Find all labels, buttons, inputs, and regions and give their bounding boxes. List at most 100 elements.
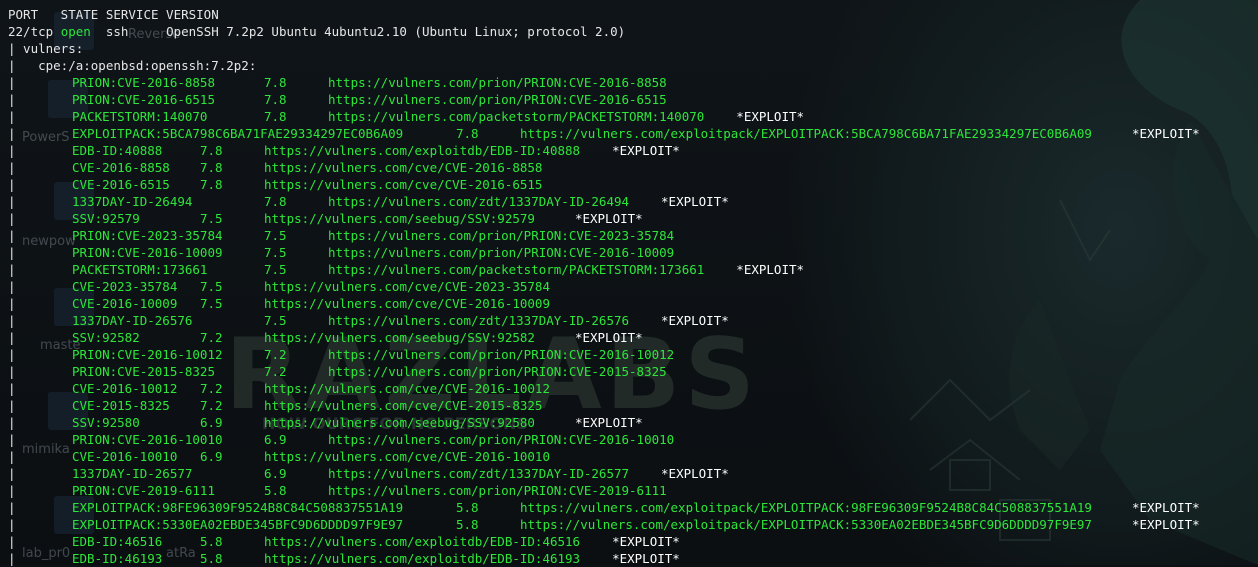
vuln-id: PACKETSTORM:173661 [72, 262, 208, 277]
vuln-row: | CVE-2016-6515 7.8 https://vulners.com/cve… [8, 176, 1258, 193]
cpe-line: | cpe:/a:openbsd:openssh:7.2p2: [8, 57, 1258, 74]
tree-pipe: | [8, 75, 16, 90]
vuln-url[interactable]: https://vulners.com/prion/PRION:CVE-2015… [328, 363, 667, 380]
tree-pipe: | [8, 466, 16, 481]
tree-pipe: | [8, 534, 16, 549]
vuln-row: | SSV:92582 7.2 https://vulners.com/seebug/… [8, 329, 1258, 346]
vuln-url[interactable]: https://vulners.com/packetstorm/PACKETST… [328, 108, 704, 125]
vuln-url[interactable]: https://vulners.com/zdt/1337DAY-ID-26577 [328, 465, 629, 482]
vuln-url[interactable]: https://vulners.com/prion/PRION:CVE-2016… [328, 346, 674, 363]
vuln-id: CVE-2016-8858 [72, 160, 170, 175]
vuln-id: PRION:CVE-2016-10009 [72, 245, 223, 260]
vuln-url[interactable]: https://vulners.com/seebug/SSV:92580 [264, 414, 535, 431]
vuln-row: | PRION:CVE-2015-8325 7.2 https://vulners.c… [8, 363, 1258, 380]
vuln-url[interactable]: https://vulners.com/seebug/SSV:92579 [264, 210, 535, 227]
tree-pipe: | [8, 160, 16, 175]
vuln-row: | CVE-2023-35784 7.5 https://vulners.com/cv… [8, 278, 1258, 295]
vuln-url[interactable]: https://vulners.com/cve/CVE-2016-10012 [264, 380, 550, 397]
cpe-text: | cpe:/a:openbsd:openssh:7.2p2: [8, 58, 257, 73]
vuln-id: PACKETSTORM:140070 [72, 109, 208, 124]
vuln-url[interactable]: https://vulners.com/zdt/1337DAY-ID-26576 [328, 312, 629, 329]
vuln-id: PRION:CVE-2016-10012 [72, 347, 223, 362]
vuln-row: | EXPLOITPACK:5330EA02EBDE345BFC9D6DDDD97… [8, 516, 1258, 533]
tree-pipe: | [8, 126, 16, 141]
vuln-url[interactable]: https://vulners.com/prion/PRION:CVE-2019… [328, 482, 667, 499]
exploit-flag: *EXPLOIT* [661, 313, 729, 328]
cvss-score: 6.9 [200, 415, 223, 430]
vuln-row: | PRION:CVE-2019-6111 5.8 https://vulners.c… [8, 482, 1258, 499]
vuln-row: | PRION:CVE-2023-35784 7.5 https://vulners.… [8, 227, 1258, 244]
vuln-id: SSV:92579 [72, 211, 140, 226]
exploit-flag: *EXPLOIT* [736, 109, 805, 124]
cvss-score: 5.8 [456, 500, 479, 515]
cvss-score: 7.5 [200, 211, 223, 226]
tree-pipe: | [8, 313, 16, 328]
port-service: ssh [105, 24, 129, 39]
cvss-score: 7.5 [200, 279, 223, 294]
exploit-flag: *EXPLOIT* [574, 330, 643, 345]
exploit-flag: *EXPLOIT* [1131, 500, 1200, 515]
exploit-flag: *EXPLOIT* [612, 143, 680, 158]
vuln-id: EDB-ID:46193 [72, 551, 163, 566]
vuln-url[interactable]: https://vulners.com/exploitpack/EXPLOITP… [520, 516, 1092, 533]
vuln-id: SSV:92582 [72, 330, 140, 345]
tree-pipe: | [8, 228, 16, 243]
cvss-score: 6.9 [200, 449, 223, 464]
terminal-output[interactable]: PORT STATE SERVICE VERSION 22/tcp open s… [0, 0, 1258, 567]
vuln-id: EXPLOITPACK:5330EA02EBDE345BFC9D6DDDD97F… [72, 517, 404, 532]
nmap-header: PORT STATE SERVICE VERSION [8, 7, 219, 22]
vuln-id: CVE-2023-35784 [72, 279, 178, 294]
vuln-url[interactable]: https://vulners.com/cve/CVE-2023-35784 [264, 278, 550, 295]
vuln-id: EDB-ID:46516 [72, 534, 163, 549]
vuln-url[interactable]: https://vulners.com/cve/CVE-2016-10010 [264, 448, 550, 465]
tree-pipe: | [8, 449, 16, 464]
vuln-url[interactable]: https://vulners.com/prion/PRION:CVE-2016… [328, 74, 667, 91]
exploit-flag: *EXPLOIT* [1131, 517, 1200, 532]
vuln-url[interactable]: https://vulners.com/exploitdb/EDB-ID:461… [264, 550, 580, 567]
tree-pipe: | [8, 279, 16, 294]
vuln-url[interactable]: https://vulners.com/prion/PRION:CVE-2016… [328, 91, 667, 108]
tree-pipe: | [8, 500, 16, 515]
vuln-id: PRION:CVE-2016-10010 [72, 432, 223, 447]
vuln-id: EDB-ID:40888 [72, 143, 163, 158]
vuln-url[interactable]: https://vulners.com/cve/CVE-2016-10009 [264, 295, 550, 312]
vuln-url[interactable]: https://vulners.com/exploitpack/EXPLOITP… [520, 499, 1092, 516]
exploit-flag: *EXPLOIT* [736, 262, 805, 277]
cvss-score: 7.8 [456, 126, 479, 141]
cvss-score: 7.2 [200, 330, 223, 345]
tree-pipe: | [8, 177, 16, 192]
cvss-score: 5.8 [264, 483, 287, 498]
vuln-row: | PRION:CVE-2016-10009 7.5 https://vulners.… [8, 244, 1258, 261]
tree-pipe: | [8, 551, 16, 566]
cvss-score: 7.5 [264, 228, 287, 243]
vuln-id: PRION:CVE-2016-6515 [72, 92, 215, 107]
vuln-url[interactable]: https://vulners.com/zdt/1337DAY-ID-26494 [328, 193, 629, 210]
vuln-row: | PRION:CVE-2016-10010 6.9 https://vulners.… [8, 431, 1258, 448]
vuln-url[interactable]: https://vulners.com/prion/PRION:CVE-2023… [328, 227, 674, 244]
tree-pipe: | [8, 415, 16, 430]
cvss-score: 7.5 [200, 296, 223, 311]
vuln-id: CVE-2015-8325 [72, 398, 170, 413]
vuln-url[interactable]: https://vulners.com/cve/CVE-2016-8858 [264, 159, 542, 176]
tree-pipe: | [8, 211, 16, 226]
exploit-flag: *EXPLOIT* [661, 194, 729, 209]
vuln-row: | EXPLOITPACK:98FE96309F9524B8C84C5088375… [8, 499, 1258, 516]
vuln-url[interactable]: https://vulners.com/cve/CVE-2015-8325 [264, 397, 542, 414]
vuln-url[interactable]: https://vulners.com/prion/PRION:CVE-2016… [328, 431, 674, 448]
vuln-row: | EDB-ID:40888 7.8 https://vulners.com/expl… [8, 142, 1258, 159]
vuln-url[interactable]: https://vulners.com/cve/CVE-2016-6515 [264, 176, 542, 193]
vuln-url[interactable]: https://vulners.com/exploitdb/EDB-ID:465… [264, 533, 580, 550]
vuln-url[interactable]: https://vulners.com/packetstorm/PACKETST… [328, 261, 704, 278]
exploit-flag: *EXPLOIT* [574, 415, 643, 430]
vuln-id: CVE-2016-6515 [72, 177, 170, 192]
exploit-flag: *EXPLOIT* [612, 551, 680, 566]
vuln-url[interactable]: https://vulners.com/prion/PRION:CVE-2016… [328, 244, 674, 261]
vuln-row: | SSV:92580 6.9 https://vulners.com/seebug/… [8, 414, 1258, 431]
vuln-url[interactable]: https://vulners.com/seebug/SSV:92582 [264, 329, 535, 346]
vuln-row: | CVE-2016-8858 7.8 https://vulners.com/cve… [8, 159, 1258, 176]
cvss-score: 7.2 [264, 347, 287, 362]
vuln-id: CVE-2016-10012 [72, 381, 178, 396]
vuln-url[interactable]: https://vulners.com/exploitdb/EDB-ID:408… [264, 142, 580, 159]
cvss-score: 7.2 [200, 381, 223, 396]
vuln-url[interactable]: https://vulners.com/exploitpack/EXPLOITP… [520, 125, 1092, 142]
